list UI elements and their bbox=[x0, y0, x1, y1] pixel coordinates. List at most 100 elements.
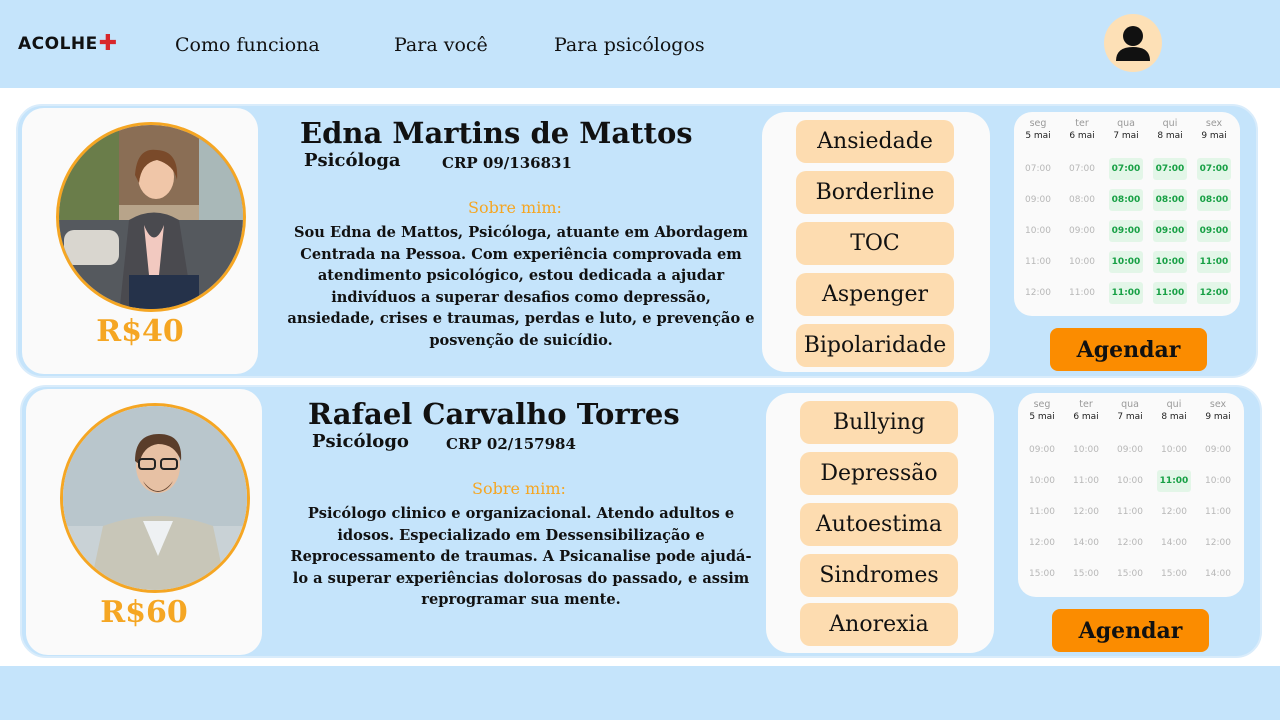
day-header: seg 5 mai bbox=[1022, 399, 1062, 422]
day-date: 5 mai bbox=[1029, 412, 1055, 422]
day-name: qua bbox=[1121, 399, 1139, 410]
time-slot-unavailable: 11:00 bbox=[1117, 507, 1143, 517]
time-slot-available[interactable]: 10:00 bbox=[1109, 251, 1143, 273]
tag-borderline[interactable]: Borderline bbox=[796, 171, 954, 214]
time-slot-unavailable: 12:00 bbox=[1205, 538, 1231, 548]
time-slot-unavailable: 15:00 bbox=[1029, 569, 1055, 579]
about-title: Sobre mim: bbox=[472, 479, 566, 498]
time-slot-unavailable: 10:00 bbox=[1069, 257, 1095, 267]
photo-panel: R$40 bbox=[22, 108, 258, 374]
tag-toc[interactable]: TOC bbox=[796, 222, 954, 265]
time-slot-available[interactable]: 08:00 bbox=[1153, 189, 1187, 211]
tag-bipolaridade[interactable]: Bipolaridade bbox=[796, 324, 954, 367]
time-slot-unavailable: 09:00 bbox=[1025, 195, 1051, 205]
logo-text: ACOLHE bbox=[18, 34, 98, 54]
day-name: ter bbox=[1075, 118, 1089, 129]
professional-photo bbox=[56, 122, 246, 312]
tag-aspenger[interactable]: Aspenger bbox=[796, 273, 954, 316]
time-slot-unavailable: 10:00 bbox=[1205, 476, 1231, 486]
day-date: 8 mai bbox=[1157, 131, 1183, 141]
photo-panel: R$60 bbox=[26, 389, 262, 655]
price-label: R$60 bbox=[100, 595, 188, 630]
time-slot-available[interactable]: 07:00 bbox=[1153, 158, 1187, 180]
time-slot-unavailable: 12:00 bbox=[1029, 538, 1055, 548]
day-date: 5 mai bbox=[1025, 131, 1051, 141]
time-slot-unavailable: 15:00 bbox=[1073, 569, 1099, 579]
time-slot-unavailable: 15:00 bbox=[1117, 569, 1143, 579]
day-name: qui bbox=[1162, 118, 1178, 129]
tag-sindromes[interactable]: Sindromes bbox=[800, 554, 958, 597]
day-date: 7 mai bbox=[1117, 412, 1143, 422]
time-slot-unavailable: 14:00 bbox=[1073, 538, 1099, 548]
price-label: R$40 bbox=[96, 314, 184, 349]
time-slot-available[interactable]: 11:00 bbox=[1157, 470, 1191, 492]
plus-cross-icon: ✚ bbox=[98, 31, 118, 56]
nav-como-funciona[interactable]: Como funciona bbox=[175, 34, 320, 56]
time-slot-available[interactable]: 09:00 bbox=[1109, 220, 1143, 242]
day-date: 6 mai bbox=[1073, 412, 1099, 422]
day-name: qua bbox=[1117, 118, 1135, 129]
time-slot-available[interactable]: 11:00 bbox=[1197, 251, 1231, 273]
time-slot-unavailable: 10:00 bbox=[1073, 445, 1099, 455]
user-icon bbox=[1116, 26, 1150, 61]
day-date: 9 mai bbox=[1205, 412, 1231, 422]
time-slot-unavailable: 10:00 bbox=[1161, 445, 1187, 455]
tag-ansiedade[interactable]: Ansiedade bbox=[796, 120, 954, 163]
time-slot-unavailable: 14:00 bbox=[1205, 569, 1231, 579]
time-slot-available[interactable]: 08:00 bbox=[1197, 189, 1231, 211]
day-name: seg bbox=[1033, 399, 1051, 410]
time-slot-unavailable: 10:00 bbox=[1025, 226, 1051, 236]
tag-autoestima[interactable]: Autoestima bbox=[800, 503, 958, 546]
day-header: qui 8 mai bbox=[1150, 118, 1190, 141]
time-slot-unavailable: 07:00 bbox=[1069, 164, 1095, 174]
about-text: Psicólogo clinico e organizacional. Aten… bbox=[290, 505, 752, 608]
time-slot-unavailable: 12:00 bbox=[1161, 507, 1187, 517]
nav-para-voce[interactable]: Para você bbox=[394, 34, 488, 56]
time-slot-available[interactable]: 07:00 bbox=[1197, 158, 1231, 180]
professional-card-edna: R$40 Edna Martins de Mattos Psicóloga CR… bbox=[16, 104, 1258, 378]
day-header: ter 6 mai bbox=[1062, 118, 1102, 141]
day-date: 7 mai bbox=[1113, 131, 1139, 141]
day-name: sex bbox=[1205, 118, 1223, 129]
time-slot-unavailable: 11:00 bbox=[1025, 257, 1051, 267]
tag-anorexia[interactable]: Anorexia bbox=[800, 603, 958, 646]
time-slot-available[interactable]: 08:00 bbox=[1109, 189, 1143, 211]
schedule-grid: seg 5 mai 09:00 10:00 11:00 12:00 15:00 ter 6 ma… bbox=[1018, 393, 1244, 597]
time-slot-unavailable: 11:00 bbox=[1073, 476, 1099, 486]
professional-name: Rafael Carvalho Torres bbox=[308, 397, 680, 431]
day-name: sex bbox=[1209, 399, 1227, 410]
time-slot-available[interactable]: 09:00 bbox=[1197, 220, 1231, 242]
nav-para-psicologos[interactable]: Para psicólogos bbox=[554, 34, 705, 56]
professional-photo bbox=[60, 403, 250, 593]
day-header: qui 8 mai bbox=[1154, 399, 1194, 422]
time-slot-unavailable: 09:00 bbox=[1069, 226, 1095, 236]
time-slot-available[interactable]: 11:00 bbox=[1153, 282, 1187, 304]
tag-bullying[interactable]: Bullying bbox=[800, 401, 958, 444]
professional-role: Psicóloga bbox=[304, 150, 401, 171]
acolhe-logo[interactable]: ACOLHE ✚ bbox=[18, 31, 118, 56]
time-slot-unavailable: 11:00 bbox=[1205, 507, 1231, 517]
time-slot-unavailable: 12:00 bbox=[1073, 507, 1099, 517]
crp-number: CRP 02/157984 bbox=[446, 435, 576, 453]
specialties-panel: Ansiedade Borderline TOC Aspenger Bipola… bbox=[762, 112, 990, 372]
time-slot-unavailable: 11:00 bbox=[1029, 507, 1055, 517]
time-slot-available[interactable]: 09:00 bbox=[1153, 220, 1187, 242]
day-name: qui bbox=[1166, 399, 1182, 410]
crp-number: CRP 09/136831 bbox=[442, 154, 572, 172]
day-name: seg bbox=[1029, 118, 1047, 129]
day-header: qua 7 mai bbox=[1106, 118, 1146, 141]
time-slot-available[interactable]: 11:00 bbox=[1109, 282, 1143, 304]
time-slot-available[interactable]: 07:00 bbox=[1109, 158, 1143, 180]
specialties-panel: Bullying Depressão Autoestima Sindromes … bbox=[766, 393, 994, 653]
day-header: ter 6 mai bbox=[1066, 399, 1106, 422]
tag-depressao[interactable]: Depressão bbox=[800, 452, 958, 495]
time-slot-available[interactable]: 10:00 bbox=[1153, 251, 1187, 273]
footer-bar bbox=[0, 666, 1280, 720]
agendar-button[interactable]: Agendar bbox=[1052, 609, 1209, 652]
agendar-button[interactable]: Agendar bbox=[1050, 328, 1207, 371]
time-slot-unavailable: 08:00 bbox=[1069, 195, 1095, 205]
time-slot-available[interactable]: 12:00 bbox=[1197, 282, 1231, 304]
user-avatar[interactable] bbox=[1104, 14, 1162, 72]
day-header: seg 5 mai bbox=[1018, 118, 1058, 141]
time-slot-unavailable: 10:00 bbox=[1117, 476, 1143, 486]
